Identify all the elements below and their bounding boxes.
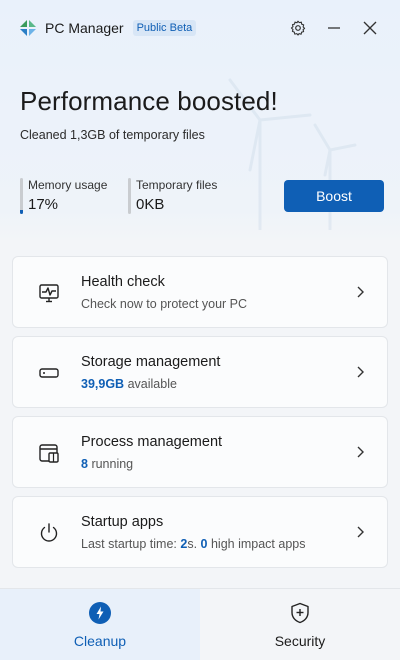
startup-apps-title: Startup apps bbox=[81, 514, 164, 530]
chevron-right-icon bbox=[357, 446, 364, 458]
process-running-label: running bbox=[91, 457, 134, 471]
tab-security-label: Security bbox=[274, 633, 326, 649]
pc-manager-logo bbox=[18, 18, 38, 38]
startup-apps-card[interactable]: Startup apps Last startup time: 2s. 0 hi… bbox=[12, 496, 388, 568]
temporary-files-stat: Temporary files 0KB bbox=[128, 178, 248, 214]
chevron-right-icon bbox=[357, 366, 364, 378]
feature-cards: Health check Check now to protect your P… bbox=[12, 256, 388, 576]
high-impact-count: 0 bbox=[200, 537, 208, 551]
startup-time-prefix: Last startup time: bbox=[81, 537, 177, 551]
close-icon bbox=[363, 21, 377, 35]
storage-management-card[interactable]: Storage management 39,9GB available bbox=[12, 336, 388, 408]
chevron-right-icon bbox=[357, 286, 364, 298]
temporary-files-value: 0KB bbox=[136, 196, 165, 213]
app-title: PC Manager bbox=[45, 20, 124, 36]
tab-cleanup[interactable]: Cleanup bbox=[0, 589, 200, 660]
chevron-right-icon bbox=[357, 526, 364, 538]
hero-title: Performance boosted! bbox=[20, 86, 278, 116]
close-button[interactable] bbox=[356, 14, 384, 42]
startup-apps-subtitle: Last startup time: 2s. 0 high impact app… bbox=[81, 537, 305, 551]
health-check-title: Health check bbox=[81, 274, 165, 290]
storage-available-label: available bbox=[127, 377, 177, 391]
health-check-subtitle: Check now to protect your PC bbox=[81, 297, 248, 311]
temporary-files-label: Temporary files bbox=[136, 178, 218, 192]
health-monitor-icon bbox=[39, 284, 59, 303]
boost-button[interactable]: Boost bbox=[284, 180, 384, 212]
health-check-card[interactable]: Health check Check now to protect your P… bbox=[12, 256, 388, 328]
storage-drive-icon bbox=[39, 368, 59, 378]
process-running-count: 8 bbox=[81, 457, 88, 471]
process-management-card[interactable]: Process management 8 running bbox=[12, 416, 388, 488]
tab-security[interactable]: Security bbox=[200, 589, 400, 660]
memory-usage-stat: Memory usage 17% bbox=[20, 178, 130, 214]
memory-usage-bar-fill bbox=[20, 210, 23, 214]
bottom-navigation: Cleanup Security bbox=[0, 588, 400, 660]
shield-plus-icon bbox=[291, 602, 309, 624]
minimize-button[interactable] bbox=[320, 14, 348, 42]
memory-usage-label: Memory usage bbox=[28, 178, 108, 192]
storage-available-amount: 39,9GB bbox=[81, 377, 125, 391]
startup-time-unit: s. bbox=[187, 537, 198, 551]
cleanup-bolt-icon bbox=[89, 602, 111, 624]
process-management-subtitle: 8 running bbox=[81, 457, 133, 471]
memory-usage-bar bbox=[20, 178, 23, 214]
temporary-files-bar bbox=[128, 178, 131, 214]
storage-management-title: Storage management bbox=[81, 354, 221, 370]
minimize-icon bbox=[328, 27, 340, 29]
high-impact-label: high impact apps bbox=[210, 537, 306, 551]
power-icon bbox=[40, 523, 58, 542]
public-beta-badge: Public Beta bbox=[132, 20, 197, 36]
gear-icon bbox=[290, 20, 306, 36]
process-window-icon bbox=[39, 444, 59, 463]
process-management-title: Process management bbox=[81, 434, 223, 450]
storage-management-subtitle: 39,9GB available bbox=[81, 377, 177, 391]
memory-usage-value: 17% bbox=[28, 196, 59, 213]
hero-subtitle: Cleaned 1,3GB of temporary files bbox=[20, 128, 205, 142]
settings-button[interactable] bbox=[284, 14, 312, 42]
tab-cleanup-label: Cleanup bbox=[73, 633, 127, 649]
